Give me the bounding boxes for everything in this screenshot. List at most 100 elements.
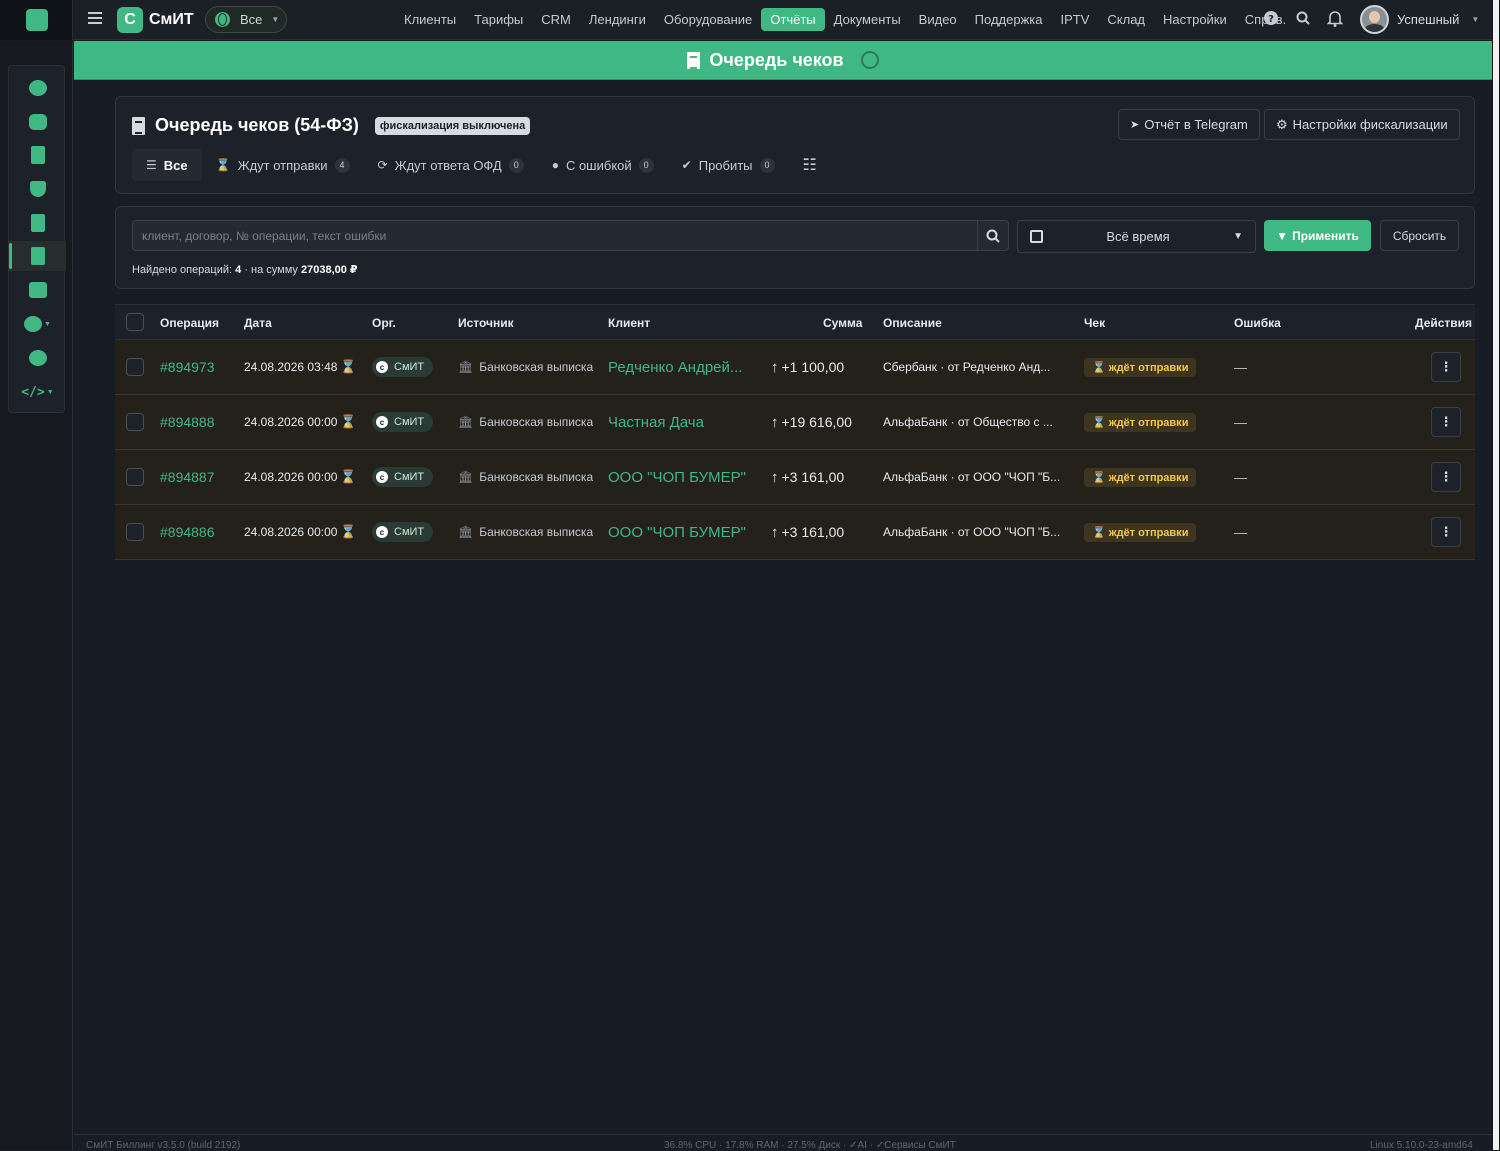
top-navbar: С СмИТ Все ▼ Клиенты Тарифы CRM Лендинги Обо…	[0, 0, 1492, 40]
tab-3[interactable]: ● С ошибкой 0	[538, 149, 668, 181]
search-button[interactable]	[977, 220, 1009, 251]
table-row[interactable]: #894888 24.08.2026 00:00 ⌛ c СмИТ 🏛 Банковская…	[115, 395, 1475, 450]
reset-filter-button[interactable]: Сбросить	[1380, 220, 1459, 251]
table-cell: ⋮	[1431, 395, 1461, 449]
tab-count: 4	[334, 157, 350, 173]
client-link[interactable]: Частная Дача	[608, 414, 704, 431]
nav-item[interactable]: Склад	[1098, 8, 1154, 31]
hourglass-icon: ⌛	[340, 524, 357, 539]
sidebar-item-invoices[interactable]	[9, 208, 66, 238]
fiscal-settings-button[interactable]: ⚙ Настройки фискализации	[1264, 109, 1460, 140]
search-input[interactable]: клиент, договор, № операции, текст ошибк…	[132, 220, 978, 251]
sidebar-item-receipts[interactable]	[9, 241, 66, 271]
org-selector-value: Все	[240, 12, 263, 27]
tab-4[interactable]: ✔ Пробиты 0	[668, 149, 789, 181]
gear-icon: ⚙	[1276, 116, 1288, 132]
chevron-down-icon: ▼	[46, 388, 54, 396]
footer-version: СмИТ Биллинг v3.5.0 (build 2192)	[86, 1140, 241, 1151]
receipts-table: Операция Дата Орг. Источник Клиент Сумма Описа…	[115, 304, 1475, 560]
row-actions-button[interactable]: ⋮	[1431, 352, 1461, 382]
sidebar-item-users[interactable]	[9, 343, 66, 373]
row-checkbox[interactable]	[126, 523, 144, 541]
amount: ↑ +1 100,00	[771, 359, 844, 376]
table-cell: #894888	[160, 395, 215, 449]
nav-item[interactable]: Клиенты	[395, 8, 465, 31]
nav-item[interactable]: CRM	[532, 8, 580, 31]
receipt-status-badge: ⌛ ждёт отправки	[1084, 412, 1197, 432]
nav-item[interactable]: Тарифы	[465, 8, 532, 31]
telegram-report-button[interactable]: ➤ Отчёт в Telegram	[1118, 109, 1260, 140]
row-checkbox[interactable]	[126, 413, 144, 431]
kebab-icon: ⋮	[1439, 414, 1453, 429]
tab-0[interactable]: ☰ Все	[132, 149, 202, 181]
operation-link[interactable]: #894886	[160, 524, 215, 540]
nav-item[interactable]: Отчёты	[761, 8, 825, 31]
date-wrap: 24.08.2026 00:00 ⌛	[244, 524, 357, 540]
sidebar-item-support[interactable]: ▼	[9, 309, 66, 339]
operation-link[interactable]: #894973	[160, 359, 215, 375]
nav-item[interactable]: Видео	[910, 8, 966, 31]
operation-link[interactable]: #894888	[160, 414, 215, 430]
found-summary: Найдено операций: 4 · на сумму 27038,00 …	[132, 263, 358, 276]
client-link[interactable]: Редченко Андрей...	[608, 359, 742, 376]
table-row[interactable]: #894973 24.08.2026 03:48 ⌛ c СмИТ 🏛 Банковская…	[115, 340, 1475, 395]
help-icon[interactable]: ?	[1263, 10, 1279, 26]
table-header: Операция Дата Орг. Источник Клиент Сумма Описа…	[115, 304, 1475, 340]
sidebar-item-dashboard[interactable]	[9, 73, 66, 103]
status-footer: СмИТ Биллинг v3.5.0 (build 2192) 36.8% C…	[74, 1134, 1492, 1151]
row-checkbox[interactable]	[126, 468, 144, 486]
table-cell: #894886	[160, 505, 215, 559]
nav-item[interactable]: Настройки	[1154, 8, 1236, 31]
tab-1[interactable]: ⌛ Ждут отправки 4	[202, 149, 364, 181]
row-checkbox[interactable]	[126, 358, 144, 376]
brand[interactable]: С СмИТ	[117, 6, 194, 33]
row-actions-button[interactable]: ⋮	[1431, 517, 1461, 547]
error-value: —	[1234, 469, 1247, 485]
page-scrollbar[interactable]	[1492, 0, 1500, 1150]
bell-icon[interactable]	[1327, 10, 1343, 27]
sidebar-item-bots[interactable]	[9, 107, 66, 137]
table-body: #894973 24.08.2026 03:48 ⌛ c СмИТ 🏛 Банковская…	[115, 340, 1475, 560]
user-menu[interactable]: Успешный ▼	[1360, 5, 1479, 34]
tab-2[interactable]: ⟳ Ждут ответа ОФД 0	[364, 149, 538, 181]
nav-item[interactable]: Оборудование	[655, 8, 761, 31]
top-icons: ?	[1263, 10, 1359, 27]
operation-link[interactable]: #894887	[160, 469, 215, 485]
apply-filter-button[interactable]: ▼ Применить	[1264, 220, 1371, 251]
amount: ↑ +3 161,00	[771, 524, 844, 541]
source-label: Банковская выписка	[479, 470, 594, 484]
org-selector[interactable]: Все ▼	[205, 6, 287, 33]
amount-value: +19 616,00	[781, 413, 852, 430]
table-cell: c СмИТ	[372, 450, 434, 504]
chevron-down-icon: ▼	[1233, 231, 1243, 242]
nav-item[interactable]: Лендинги	[580, 8, 655, 31]
client-link[interactable]: ООО "ЧОП БУМЕР"	[608, 524, 746, 541]
filter-settings-button[interactable]: ☷	[789, 149, 831, 181]
apply-filter-label: Применить	[1292, 228, 1359, 243]
calendar-icon	[1030, 230, 1043, 243]
search-icon[interactable]	[1295, 10, 1311, 26]
period-select[interactable]: Всё время ▼	[1017, 220, 1256, 253]
client-link[interactable]: ООО "ЧОП БУМЕР"	[608, 469, 746, 486]
table-cell: Частная Дача	[608, 395, 704, 449]
nav-item[interactable]: Документы	[825, 8, 910, 31]
sidebar-item-mail[interactable]	[9, 275, 66, 305]
sliders-icon: ☷	[802, 157, 817, 174]
select-all-checkbox[interactable]	[126, 313, 144, 331]
nav-item[interactable]: Поддержка	[966, 8, 1052, 31]
bank-icon: 🏛	[458, 360, 474, 374]
app-logo[interactable]	[0, 0, 73, 40]
sidebar-item-journal[interactable]	[9, 140, 66, 170]
nav-item[interactable]: IPTV	[1051, 8, 1098, 31]
sidebar-item-security[interactable]	[9, 174, 66, 204]
amount-value: +3 161,00	[781, 523, 845, 540]
table-row[interactable]: #894886 24.08.2026 00:00 ⌛ c СмИТ 🏛 Банковская…	[115, 505, 1475, 560]
fiscal-settings-label: Настройки фискализации	[1292, 117, 1448, 132]
svg-text:?: ?	[1268, 14, 1274, 25]
table-row[interactable]: #894887 24.08.2026 00:00 ⌛ c СмИТ 🏛 Банковская…	[115, 450, 1475, 505]
row-actions-button[interactable]: ⋮	[1431, 462, 1461, 492]
sidebar-item-dev[interactable]: </> ▼	[9, 377, 66, 407]
menu-toggle-icon[interactable]	[88, 12, 102, 26]
row-actions-button[interactable]: ⋮	[1431, 407, 1461, 437]
amount: ↑ +19 616,00	[771, 414, 852, 431]
